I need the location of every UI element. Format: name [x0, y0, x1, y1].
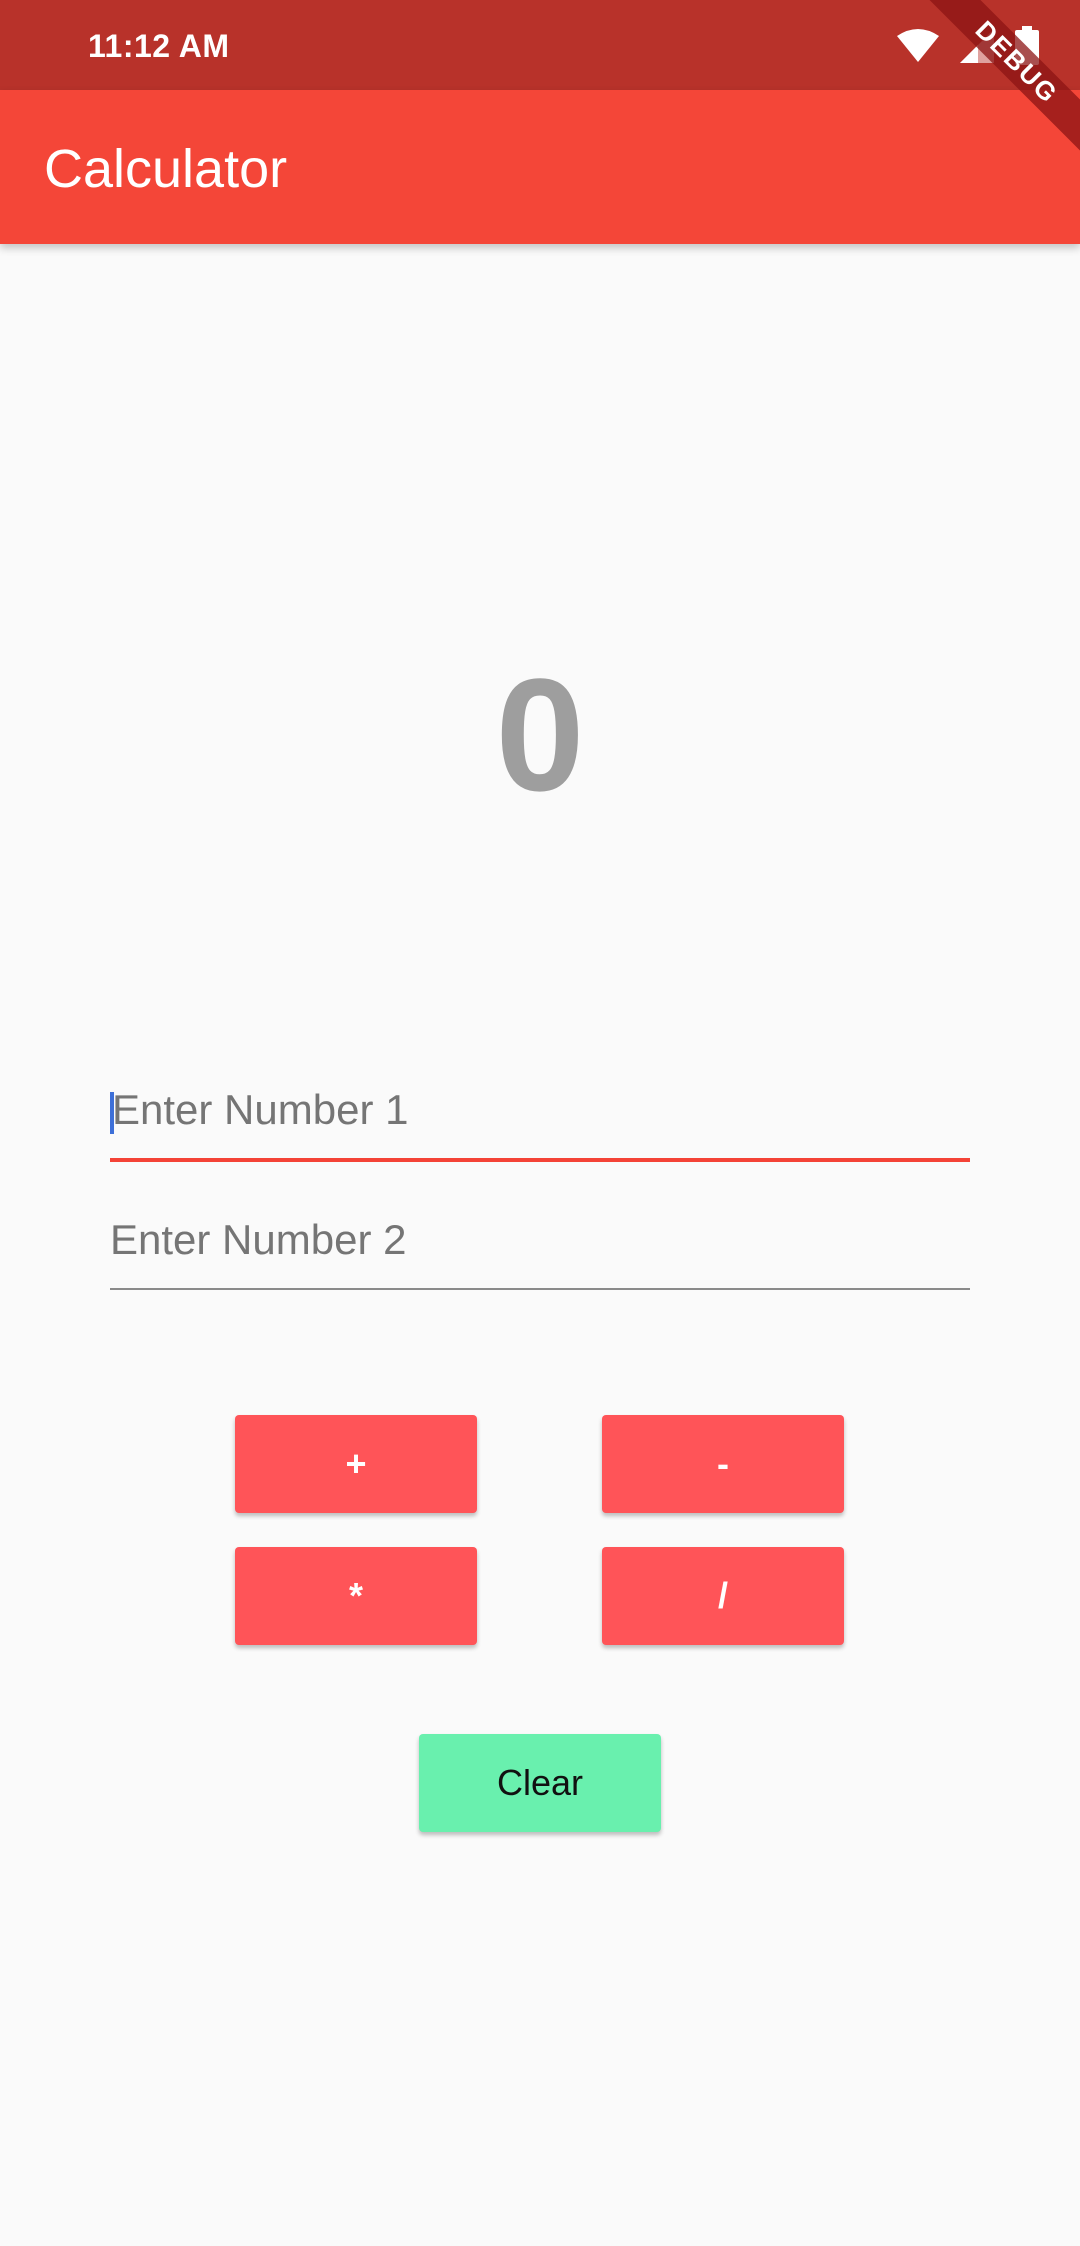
- app-bar: Calculator: [0, 90, 1080, 244]
- wifi-icon: [896, 28, 940, 64]
- clear-button[interactable]: Clear: [419, 1734, 661, 1832]
- battery-icon: [1014, 26, 1040, 66]
- status-time: 11:12 AM: [88, 28, 230, 64]
- status-bar: 11:12 AM: [0, 0, 1080, 90]
- number2-underline: [110, 1288, 970, 1290]
- multiply-button[interactable]: *: [235, 1547, 477, 1645]
- divide-button[interactable]: /: [602, 1547, 844, 1645]
- cellular-signal-icon: [958, 27, 996, 65]
- number1-underline: [110, 1158, 970, 1162]
- number1-input[interactable]: [110, 1062, 970, 1158]
- add-button[interactable]: +: [235, 1415, 477, 1513]
- number1-field[interactable]: [110, 1062, 970, 1162]
- status-icons: [896, 26, 1040, 66]
- number2-input[interactable]: [110, 1192, 970, 1288]
- app-title: Calculator: [44, 139, 288, 199]
- text-cursor: [110, 1092, 114, 1134]
- result-display: 0: [495, 645, 585, 824]
- calculator-screen: 11:12 AM Calculator DEBUG 0 Enter Number…: [0, 0, 1080, 2246]
- number2-field[interactable]: [110, 1192, 970, 1292]
- subtract-button[interactable]: -: [602, 1415, 844, 1513]
